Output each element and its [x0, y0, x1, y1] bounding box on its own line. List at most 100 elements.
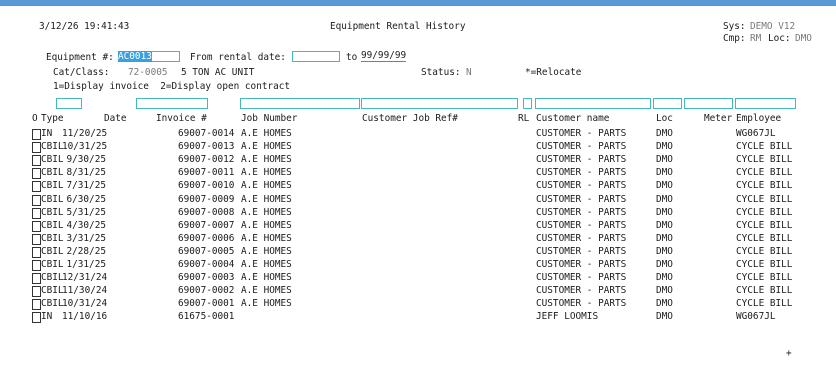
row-loc: DMO [656, 180, 673, 192]
row-customer-name: CUSTOMER - PARTS [536, 193, 627, 205]
row-job-number: A.E HOMES [241, 245, 292, 257]
row-employee: CYCLE BILL [736, 206, 793, 218]
row-invoice: 69007-0014 [178, 128, 235, 139]
row-option-input[interactable] [32, 168, 41, 180]
filter-meter-input[interactable] [684, 98, 733, 109]
row-date: 11/10/16 [62, 311, 108, 323]
row-customer-name: CUSTOMER - PARTS [536, 298, 627, 310]
row-option-input[interactable] [32, 299, 41, 311]
row-invoice: 69007-0001 [178, 298, 235, 310]
more-indicator: + [786, 348, 792, 359]
row-type: CBIL [41, 298, 64, 310]
filter-job-number-input[interactable] [240, 98, 360, 109]
cmp-label: Cmp: [723, 33, 746, 44]
row-option-input[interactable] [32, 194, 41, 206]
table-row: CBIL 7/31/25 69007-0010 A.E HOMES CUSTOMER -… [0, 180, 836, 193]
row-loc: DMO [656, 206, 673, 218]
row-option-input[interactable] [32, 142, 41, 154]
row-date: 7/31/25 [66, 180, 106, 192]
col-header-customer-job-ref: Customer Job Ref# [362, 113, 458, 124]
filter-customer-job-ref-input[interactable] [361, 98, 518, 109]
row-invoice: 69007-0007 [178, 219, 235, 231]
filter-employee-input[interactable] [735, 98, 796, 109]
row-job-number: A.E HOMES [241, 154, 292, 166]
row-job-number: A.E HOMES [241, 219, 292, 231]
status-label: Status: [421, 67, 461, 78]
row-invoice: 69007-0009 [178, 193, 235, 205]
table-row: CBIL 6/30/25 69007-0009 A.E HOMES CUSTOMER -… [0, 194, 836, 206]
row-loc: DMO [656, 128, 673, 139]
row-type: CBIL [41, 272, 64, 284]
row-customer-name: CUSTOMER - PARTS [536, 232, 627, 244]
row-type: CBIL [41, 245, 64, 257]
window-top-bar [0, 0, 836, 6]
to-date-input[interactable]: 99/99/99 [361, 51, 407, 62]
filter-type-input[interactable] [56, 98, 82, 109]
col-header-type: Type [41, 113, 64, 124]
row-type: CBIL [41, 167, 64, 179]
option-legend: 1=Display invoice 2=Display open contrac… [53, 81, 291, 92]
row-invoice: 69007-0008 [178, 206, 235, 218]
row-type: CBIL [41, 193, 64, 205]
row-customer-name: CUSTOMER - PARTS [536, 245, 627, 257]
page-title: Equipment Rental History [330, 21, 466, 32]
row-option-input[interactable] [32, 220, 41, 232]
col-header-loc: Loc [656, 113, 673, 124]
row-date: 4/30/25 [66, 219, 106, 231]
row-option-input[interactable] [32, 155, 41, 167]
row-date: 10/31/24 [62, 298, 108, 310]
row-job-number: A.E HOMES [241, 193, 292, 205]
table-row: CBIL 8/31/25 69007-0011 A.E HOMES CUSTOMER -… [0, 167, 836, 180]
row-loc: DMO [656, 193, 673, 205]
filter-loc-input[interactable] [653, 98, 682, 109]
to-label: to [346, 52, 358, 63]
row-customer-name: CUSTOMER - PARTS [536, 167, 627, 179]
row-employee: CYCLE BILL [736, 219, 793, 231]
row-option-input[interactable] [32, 181, 41, 193]
row-invoice: 69007-0011 [178, 167, 235, 179]
row-type: CBIL [41, 219, 64, 231]
row-option-input[interactable] [32, 129, 41, 140]
row-job-number: A.E HOMES [241, 206, 292, 218]
row-type: CBIL [41, 180, 64, 192]
row-option-input[interactable] [32, 273, 41, 285]
row-job-number: A.E HOMES [241, 141, 292, 153]
row-option-input[interactable] [32, 286, 41, 298]
row-customer-name: CUSTOMER - PARTS [536, 285, 627, 297]
row-invoice: 69007-0006 [178, 232, 235, 244]
row-option-input[interactable] [32, 233, 41, 245]
filter-customer-name-input[interactable] [535, 98, 651, 109]
row-option-input[interactable] [32, 260, 41, 271]
from-date-label: From rental date: [190, 52, 286, 63]
filter-rl-input[interactable] [523, 98, 532, 109]
row-date: 10/31/25 [62, 141, 108, 153]
table-row: CBIL 4/30/25 69007-0007 A.E HOMES CUSTOMER -… [0, 220, 836, 232]
col-header-option: O [32, 113, 38, 124]
table-row: CBIL 3/31/25 69007-0006 A.E HOMES CUSTOMER -… [0, 233, 836, 245]
col-header-job-number: Job Number [241, 113, 298, 124]
row-customer-name: CUSTOMER - PARTS [536, 128, 627, 139]
row-option-input[interactable] [32, 312, 41, 324]
row-customer-name: CUSTOMER - PARTS [536, 206, 627, 218]
row-option-input[interactable] [32, 207, 41, 219]
row-loc: DMO [656, 272, 673, 284]
row-job-number: A.E HOMES [241, 167, 292, 179]
row-job-number: A.E HOMES [241, 285, 292, 297]
filter-invoice-input[interactable] [136, 98, 208, 109]
from-date-input[interactable] [292, 51, 340, 62]
row-type: IN [41, 311, 53, 323]
row-option-input[interactable] [32, 246, 41, 258]
row-loc: DMO [656, 311, 673, 323]
catclass-value: 72-0005 [128, 67, 168, 78]
row-date: 5/31/25 [66, 206, 106, 218]
row-date: 11/20/25 [62, 128, 108, 139]
row-employee: CYCLE BILL [736, 167, 793, 179]
row-type: CBIL [41, 154, 64, 166]
row-employee: CYCLE BILL [736, 154, 793, 166]
row-date: 11/30/24 [62, 285, 108, 297]
table-row: CBIL 2/28/25 69007-0005 A.E HOMES CUSTOMER -… [0, 246, 836, 258]
row-customer-name: CUSTOMER - PARTS [536, 180, 627, 192]
row-type: CBIL [41, 141, 64, 153]
row-loc: DMO [656, 154, 673, 166]
row-date: 2/28/25 [66, 245, 106, 257]
